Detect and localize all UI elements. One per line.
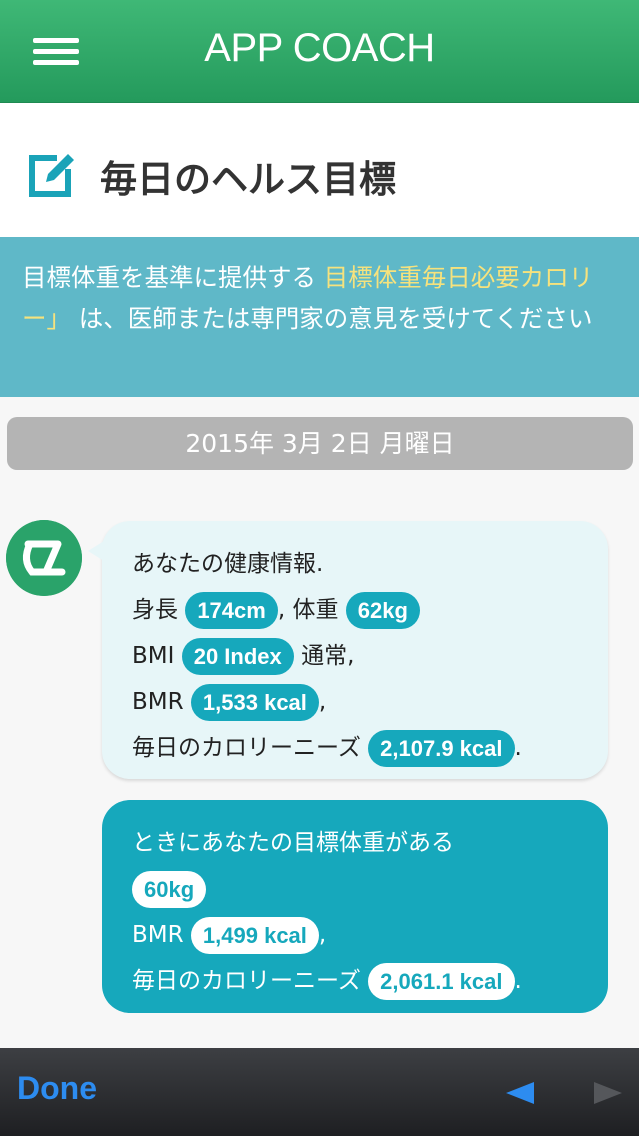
app-title: APP COACH bbox=[204, 26, 435, 70]
current-bmr-line: BMR 1,533 kcal, bbox=[132, 679, 608, 725]
height-value: 174cm bbox=[185, 592, 278, 629]
page-title: 毎日のヘルス目標 bbox=[100, 158, 396, 201]
bmi-value: 20 Index bbox=[181, 638, 294, 675]
current-height-weight-line: 身長 174cm, 体重 62kg bbox=[132, 587, 608, 633]
current-bmi-line: BMI 20 Index 通常, bbox=[132, 633, 608, 679]
coach-avatar-icon bbox=[6, 520, 82, 596]
notice-text: 目標体重を基準に提供する bbox=[22, 263, 316, 292]
edit-icon bbox=[29, 154, 74, 197]
target-calorie-line: 毎日のカロリーニーズ 2,061.1 kcal. bbox=[132, 958, 608, 1004]
target-bmr-comma: , bbox=[318, 922, 327, 948]
date-bar: 2015年 3月 2日 月曜日 bbox=[7, 417, 633, 470]
app-header: APP COACH bbox=[0, 0, 639, 103]
target-bmr-value: 1,499 kcal bbox=[190, 917, 319, 954]
bottom-toolbar: Done bbox=[0, 1048, 639, 1136]
bmr-comma: , bbox=[318, 689, 327, 715]
notice-text-rest: は、医師または専門家の意見を受けてください bbox=[78, 304, 593, 333]
target-bmr-label: BMR bbox=[132, 922, 184, 948]
weight-label: , 体重 bbox=[277, 597, 339, 623]
prev-arrow-icon[interactable] bbox=[506, 1082, 534, 1104]
next-arrow-icon[interactable] bbox=[594, 1082, 622, 1104]
current-intro: あなたの健康情報. bbox=[132, 551, 324, 577]
notice-banner: 目標体重を基準に提供する 目標体重毎日必要カロリー」 は、医師または専門家の意見… bbox=[0, 237, 639, 397]
target-calorie-label: 毎日のカロリーニーズ bbox=[132, 968, 361, 994]
weight-value: 62kg bbox=[345, 592, 420, 629]
bmi-label: BMI bbox=[132, 643, 175, 669]
done-button[interactable]: Done bbox=[17, 1070, 97, 1107]
target-calorie-value: 2,061.1 kcal bbox=[368, 963, 515, 1000]
target-intro: ときにあなたの目標体重がある bbox=[132, 830, 454, 856]
target-weight-value: 60kg bbox=[132, 871, 207, 908]
bmr-label: BMR bbox=[132, 689, 184, 715]
bmr-value: 1,533 kcal bbox=[190, 684, 319, 721]
bmi-status: 通常, bbox=[301, 643, 355, 669]
goal-header: 毎日のヘルス目標 bbox=[0, 103, 639, 237]
target-health-bubble: ときにあなたの目標体重がある 60kg BMR 1,499 kcal, 毎日のカ… bbox=[102, 800, 608, 1013]
calorie-label: 毎日のカロリーニーズ bbox=[132, 735, 361, 761]
current-calorie-line: 毎日のカロリーニーズ 2,107.9 kcal. bbox=[132, 725, 608, 771]
target-bmr-line: BMR 1,499 kcal, bbox=[132, 912, 608, 958]
target-calorie-period: . bbox=[514, 968, 522, 994]
calorie-period: . bbox=[514, 735, 522, 761]
target-weight-line: 60kg bbox=[132, 866, 608, 912]
current-health-bubble: あなたの健康情報. 身長 174cm, 体重 62kg BMI 20 Index… bbox=[88, 521, 608, 779]
calorie-value: 2,107.9 kcal bbox=[368, 730, 515, 767]
height-label: 身長 bbox=[132, 597, 178, 623]
